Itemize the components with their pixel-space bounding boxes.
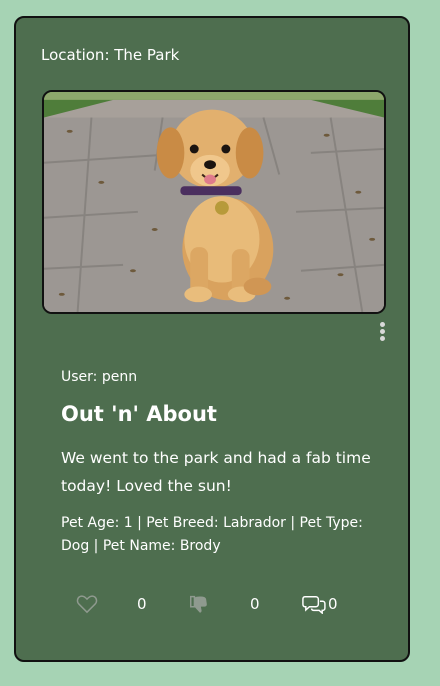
like-count: 0 — [137, 595, 147, 613]
post-image[interactable] — [42, 90, 386, 314]
post-title: Out 'n' About — [61, 402, 217, 426]
dislike-button[interactable] — [188, 592, 210, 616]
dislike-count: 0 — [250, 595, 260, 613]
post-actions: 0 0 0 — [16, 592, 408, 616]
kebab-menu-icon[interactable] — [378, 322, 386, 342]
thumbs-down-icon — [190, 595, 207, 613]
comments-icon — [302, 596, 326, 614]
post-card: Location: The Park User: penn Out 'n' Ab… — [14, 16, 410, 662]
comment-count: 0 — [328, 595, 338, 613]
post-user: User: penn — [61, 369, 138, 385]
pet-details: Pet Age: 1 | Pet Breed: Labrador | Pet T… — [61, 515, 363, 554]
post-description: We went to the park and had a fab time t… — [61, 449, 371, 495]
like-button[interactable] — [76, 592, 98, 616]
heart-icon — [76, 595, 98, 614]
comments-button[interactable]: 0 — [302, 592, 338, 616]
location-label: Location: The Park — [41, 46, 180, 64]
